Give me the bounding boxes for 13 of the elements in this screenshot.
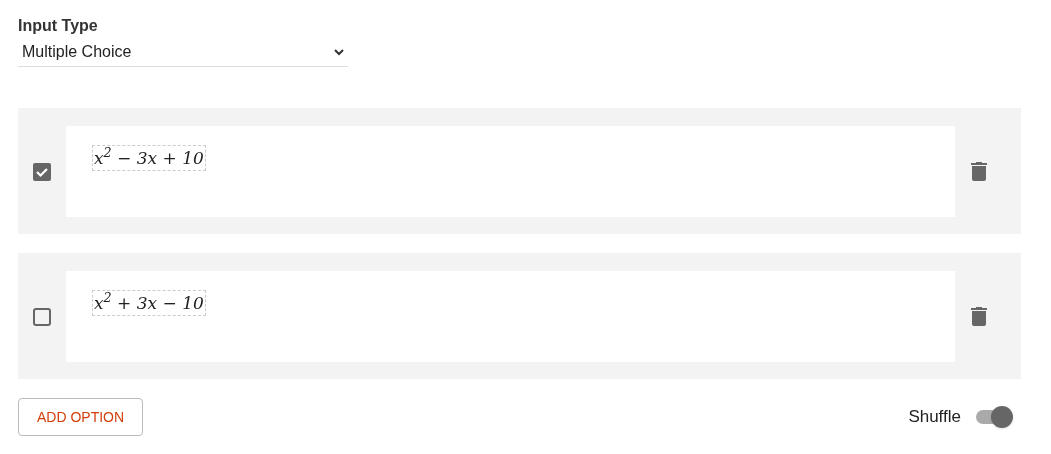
checkbox[interactable] (33, 163, 51, 181)
trash-icon[interactable] (971, 161, 987, 181)
trash-icon[interactable] (971, 306, 987, 326)
math-expression: x$^{2}$ + 3x − 10 (92, 289, 206, 316)
answer-box[interactable]: x$^{2}$ + 3x − 10 (66, 270, 955, 362)
add-option-button[interactable]: ADD OPTION (18, 398, 144, 436)
shuffle-label: Shuffle (908, 406, 961, 429)
math-expression: x$^{2}$ − 3x + 10 (92, 144, 206, 171)
answer-box[interactable]: x$^{2}$ − 3x + 10 (66, 125, 955, 217)
chevron-down-icon (334, 48, 344, 56)
field-label: Input Type (18, 16, 99, 36)
input-type-select[interactable]: Multiple Choice (18, 42, 348, 67)
checkbox[interactable] (33, 308, 51, 326)
